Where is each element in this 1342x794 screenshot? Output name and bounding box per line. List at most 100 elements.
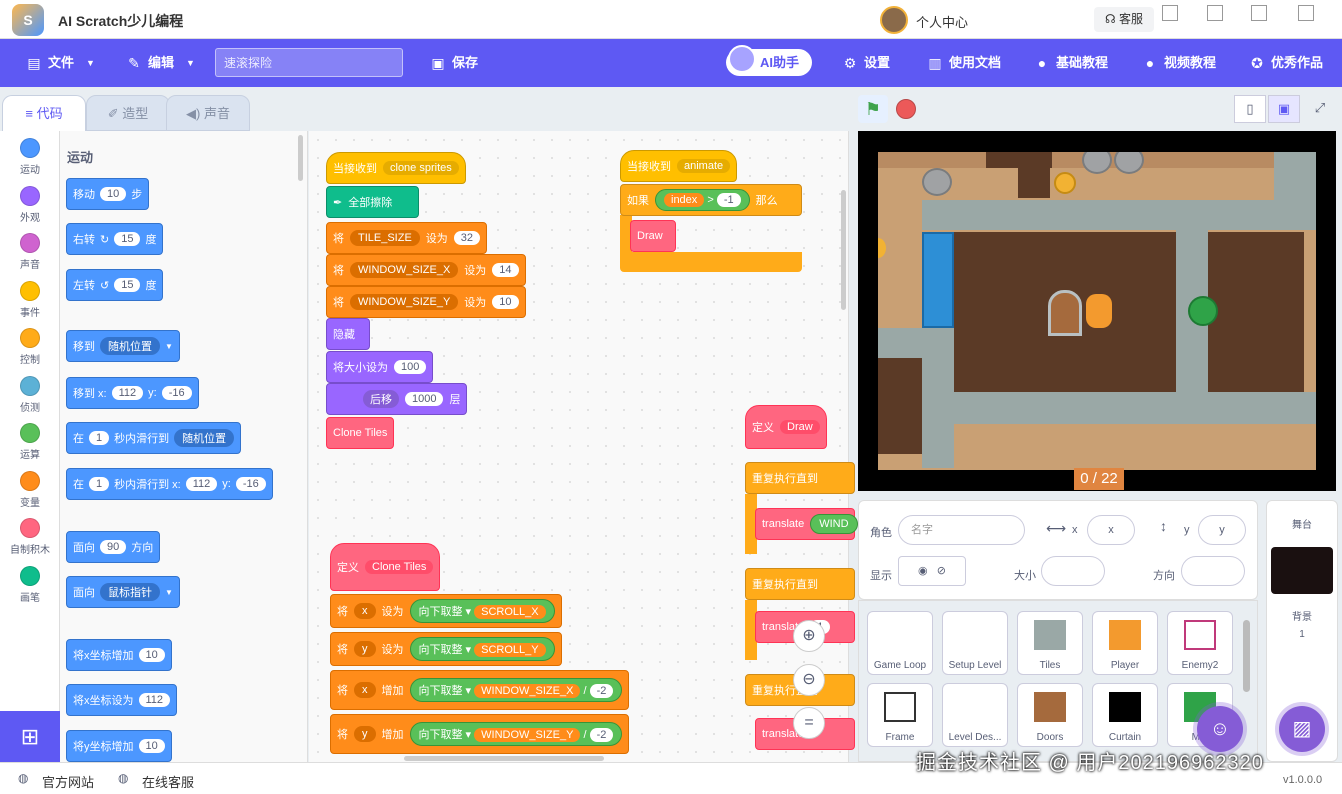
block-dropdown[interactable]: y bbox=[354, 641, 376, 657]
window-menu-button[interactable] bbox=[1162, 5, 1178, 21]
block-pen-clear[interactable]: ✒ 全部擦除 bbox=[326, 186, 419, 218]
user-avatar[interactable] bbox=[880, 6, 908, 34]
block-input[interactable]: 1 bbox=[89, 477, 110, 491]
block-dropdown[interactable]: 鼠标指针 bbox=[100, 583, 160, 601]
size-input[interactable] bbox=[1041, 556, 1105, 586]
direction-input[interactable] bbox=[1181, 556, 1245, 586]
block-input[interactable]: 1 bbox=[89, 431, 110, 445]
category-item[interactable]: 事件 bbox=[0, 280, 60, 319]
stage-thumbnail[interactable] bbox=[1271, 547, 1333, 594]
workspace-vertical-scrollbar[interactable] bbox=[841, 190, 846, 310]
palette-block-turn-left[interactable]: 左转 ↺ 15 度 bbox=[66, 269, 164, 301]
operator-greater-than[interactable]: index > -1 bbox=[655, 189, 750, 211]
palette-block-glide-xy[interactable]: 在 1 秒内滑行到 x: 112 y: -16 bbox=[66, 468, 273, 500]
block-input[interactable]: 15 bbox=[114, 232, 141, 246]
minimize-button[interactable] bbox=[1207, 5, 1223, 21]
official-website-link[interactable]: 官方网站 bbox=[42, 772, 94, 791]
block-input[interactable]: -1 bbox=[716, 193, 741, 207]
block-dropdown[interactable]: clone sprites bbox=[383, 161, 459, 175]
sprite-tile[interactable]: Player bbox=[1092, 611, 1158, 675]
y-input[interactable]: y bbox=[1198, 515, 1246, 545]
sprite-tile[interactable]: Doors bbox=[1017, 683, 1083, 747]
block-dropdown[interactable]: 随机位置 bbox=[100, 337, 160, 355]
category-item[interactable]: 变量 bbox=[0, 470, 60, 509]
small-stage-button[interactable]: ▯ bbox=[1234, 95, 1266, 123]
sprite-tile[interactable]: Tiles bbox=[1017, 611, 1083, 675]
save-button[interactable]: ▣ 保存 bbox=[430, 39, 478, 87]
block-input[interactable]: 1000 bbox=[405, 392, 444, 406]
normal-stage-button[interactable]: ▣ bbox=[1268, 95, 1300, 123]
block-call-translate[interactable]: translate WIND bbox=[755, 508, 858, 540]
block-dropdown[interactable]: WINDOW_SIZE_X bbox=[350, 262, 459, 278]
palette-scrollbar[interactable] bbox=[298, 135, 303, 181]
hat-block-when-receive[interactable]: 当接收到 clone sprites bbox=[326, 152, 466, 184]
game-view[interactable] bbox=[878, 152, 1316, 470]
zoom-reset-button[interactable]: = bbox=[793, 707, 825, 739]
sprite-tile[interactable]: Enemy2 bbox=[1167, 611, 1233, 675]
block-set-size[interactable]: 将大小设为 100 bbox=[326, 351, 434, 383]
block-input[interactable]: 32 bbox=[453, 231, 481, 245]
block-input[interactable]: 100 bbox=[394, 360, 427, 374]
block-input[interactable]: 112 bbox=[185, 477, 218, 491]
block-set-variable[interactable]: 将 x 设为 向下取整 ▾ SCROLL_X bbox=[330, 594, 562, 628]
block-repeat-until[interactable]: 重复执行直到 bbox=[745, 462, 855, 494]
customer-service-button[interactable]: ☊ 客服 bbox=[1094, 7, 1154, 32]
sprite-tile[interactable]: Curtain bbox=[1092, 683, 1158, 747]
settings-menu[interactable]: ⚙ 设置 bbox=[842, 39, 890, 87]
block-set-variable[interactable]: 将 TILE_SIZE 设为 32 bbox=[326, 222, 488, 254]
block-dropdown[interactable]: y bbox=[354, 726, 376, 742]
block-change-variable[interactable]: 将 x 增加 向下取整 ▾ WINDOW_SIZE_X / -2 bbox=[330, 670, 630, 710]
category-item[interactable]: 侦测 bbox=[0, 375, 60, 414]
operator-floor[interactable]: 向下取整 ▾ WINDOW_SIZE_X / -2 bbox=[409, 678, 623, 702]
edit-menu[interactable]: ✎ 编辑 ▼ bbox=[126, 39, 195, 87]
block-change-variable[interactable]: 将 y 增加 向下取整 ▾ WINDOW_SIZE_Y / -2 bbox=[330, 714, 630, 754]
sprite-name-input[interactable]: 名字 bbox=[898, 515, 1025, 545]
sprite-tile[interactable]: Frame bbox=[867, 683, 933, 747]
category-item[interactable]: 画笔 bbox=[0, 565, 60, 604]
block-set-variable[interactable]: 将 y 设为 向下取整 ▾ SCROLL_Y bbox=[330, 632, 562, 666]
variable-reporter[interactable]: SCROLL_X bbox=[474, 605, 546, 619]
block-dropdown[interactable]: x bbox=[354, 682, 376, 698]
block-set-variable[interactable]: 将 WINDOW_SIZE_Y 设为 10 bbox=[326, 286, 526, 318]
block-if[interactable]: 如果 index > -1 那么 bbox=[620, 184, 802, 216]
block-hide[interactable]: 隐藏 bbox=[326, 318, 370, 350]
palette-block-glide[interactable]: 在 1 秒内滑行到 随机位置 bbox=[66, 422, 242, 454]
variable-reporter[interactable]: WINDOW_SIZE_Y bbox=[474, 728, 581, 742]
category-item[interactable]: 运算 bbox=[0, 423, 60, 461]
block-dropdown[interactable]: 随机位置 bbox=[174, 429, 235, 447]
palette-block-point-towards[interactable]: 面向 鼠标指针 ▼ bbox=[66, 576, 180, 608]
sprite-tile[interactable]: Level Des... bbox=[942, 683, 1008, 747]
zoom-out-button[interactable]: ⊖ bbox=[793, 664, 825, 696]
user-center-link[interactable]: 个人中心 bbox=[916, 12, 968, 31]
operator-floor[interactable]: 向下取整 ▾ WINDOW_SIZE_Y / -2 bbox=[409, 722, 623, 746]
fullscreen-button[interactable]: ⤢ bbox=[1304, 95, 1336, 123]
block-input[interactable]: 90 bbox=[100, 540, 127, 554]
block-input[interactable]: 15 bbox=[114, 278, 141, 292]
palette-block-goto-xy[interactable]: 移到 x: 112 y: -16 bbox=[66, 377, 199, 409]
variable-reporter[interactable]: index bbox=[664, 193, 705, 207]
category-item[interactable]: 自制积木 bbox=[0, 518, 60, 556]
block-repeat-until[interactable]: 重复执行直到 bbox=[745, 568, 855, 600]
operator-floor[interactable]: 向下取整 ▾ SCROLL_X bbox=[409, 599, 555, 623]
block-go-layer[interactable]: 后移 1000 层 bbox=[326, 383, 468, 415]
category-item[interactable]: 控制 bbox=[0, 328, 60, 366]
block-dropdown[interactable]: WINDOW_SIZE_Y bbox=[350, 294, 459, 310]
add-backdrop-button[interactable]: ▨ bbox=[1279, 706, 1325, 752]
define-block-draw[interactable]: 定义 Draw bbox=[745, 405, 827, 449]
tab-code[interactable]: ≡ 代码 bbox=[2, 95, 86, 131]
add-extension-button[interactable]: ⊞ bbox=[0, 711, 60, 762]
block-input[interactable]: 112 bbox=[138, 693, 171, 707]
sprite-tile[interactable]: Setup Level bbox=[942, 611, 1008, 675]
palette-block-point-direction[interactable]: 面向 90 方向 bbox=[66, 531, 161, 563]
close-button[interactable] bbox=[1298, 5, 1314, 21]
hat-block-when-receive-animate[interactable]: 当接收到 animate bbox=[620, 150, 738, 182]
block-input[interactable]: 10 bbox=[138, 648, 165, 662]
maximize-button[interactable] bbox=[1251, 5, 1267, 21]
block-input[interactable]: -16 bbox=[161, 386, 192, 400]
palette-block-move[interactable]: 移动 10 步 bbox=[66, 178, 150, 210]
zoom-in-button[interactable]: ⊕ bbox=[793, 620, 825, 652]
block-dropdown[interactable]: x bbox=[354, 603, 376, 619]
define-block-clone-tiles[interactable]: 定义 Clone Tiles bbox=[330, 543, 441, 591]
palette-block-change-x[interactable]: 将x坐标增加 10 bbox=[66, 639, 172, 671]
docs-menu[interactable]: ▥ 使用文档 bbox=[927, 39, 1001, 87]
